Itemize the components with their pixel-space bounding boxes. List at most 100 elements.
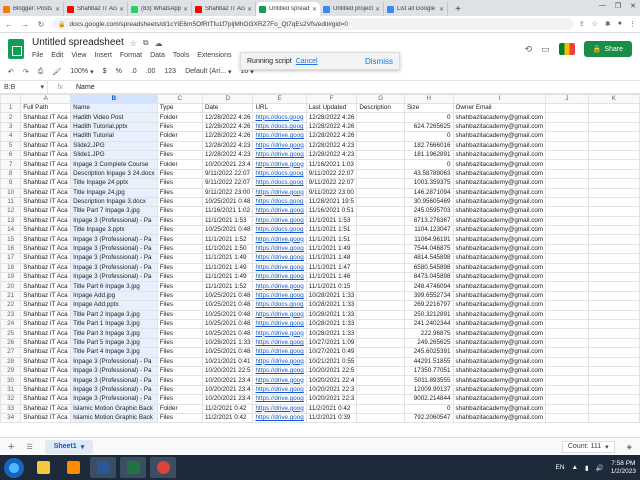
cell[interactable]: [587, 300, 640, 311]
cell[interactable]: 17350.77051: [403, 365, 454, 377]
cell[interactable]: Files: [156, 196, 203, 208]
cell[interactable]: https://drive.goog: [252, 281, 307, 292]
cell[interactable]: 12/28/2022 4:23: [201, 149, 254, 161]
cell[interactable]: 10/25/2021 0:48: [201, 347, 254, 358]
cell[interactable]: 12/28/2022 4:23: [305, 140, 358, 151]
close-tab-icon[interactable]: ✕: [55, 6, 60, 13]
cell[interactable]: 399.6552734: [403, 290, 454, 302]
cell[interactable]: 249.265625: [403, 337, 454, 349]
cell[interactable]: https://docs.goog: [252, 225, 307, 236]
cell[interactable]: [587, 168, 640, 180]
cell[interactable]: Files: [156, 290, 203, 302]
column-header-d[interactable]: D: [201, 94, 254, 104]
cell[interactable]: 245.0595703: [403, 206, 454, 217]
cell[interactable]: [587, 234, 640, 245]
cell[interactable]: Title Part 2 Inpage 3.jpg: [70, 309, 158, 321]
cell[interactable]: 6580.545898: [403, 262, 454, 274]
cell[interactable]: Shahbaz IT Aca: [20, 149, 72, 161]
cell[interactable]: https://drive.goog: [252, 384, 307, 396]
cell[interactable]: 10/27/2021 0:49: [305, 347, 358, 358]
cell[interactable]: 10/25/2021 0:48: [201, 290, 254, 302]
cell[interactable]: [545, 253, 589, 264]
cell[interactable]: [587, 187, 640, 198]
cell[interactable]: 11/1/2021 1:52: [201, 281, 254, 292]
row-header[interactable]: 31: [0, 384, 22, 396]
cell[interactable]: Type: [156, 102, 203, 114]
cell[interactable]: Files: [156, 281, 203, 292]
cancel-script-link[interactable]: Cancel: [296, 58, 318, 65]
cell[interactable]: 12009.90137: [403, 384, 454, 396]
cell[interactable]: https://docs.goog: [252, 300, 307, 311]
cell[interactable]: https://drive.goog: [252, 347, 307, 358]
explore-icon[interactable]: ◈: [627, 443, 632, 451]
column-header-i[interactable]: I: [452, 94, 547, 104]
browser-tab[interactable]: (83) WhatsApp ✕: [128, 2, 192, 16]
cell[interactable]: 10/27/2021 1:09: [305, 337, 358, 349]
spreadsheet-grid[interactable]: ABCDEFGHIJK 1 Full Path Name Type Date URL Las…: [0, 94, 640, 437]
cell[interactable]: Shahbaz IT Aca: [20, 178, 72, 189]
cell[interactable]: shahbazitacademy@gmail.com: [452, 394, 547, 405]
cell[interactable]: 9/11/2022 23:00: [305, 187, 358, 198]
row-header[interactable]: 7: [0, 159, 22, 170]
browser-menu-icon[interactable]: ⋮: [629, 20, 636, 28]
cell[interactable]: [545, 140, 589, 151]
cell[interactable]: [545, 168, 589, 180]
browser-tab[interactable]: List all Google Drive✕: [384, 2, 448, 16]
cell[interactable]: https://drive.goog: [252, 243, 307, 255]
font-select[interactable]: Default (Ari... ▾: [185, 68, 231, 76]
cell[interactable]: [587, 365, 640, 377]
cell[interactable]: shahbazitacademy@gmail.com: [452, 384, 547, 396]
menu-item-extensions[interactable]: Extensions: [197, 52, 231, 59]
row-header[interactable]: 6: [0, 149, 22, 161]
column-header-h[interactable]: H: [403, 94, 454, 104]
cell[interactable]: Description Inpage 3.docx: [70, 196, 158, 208]
cell[interactable]: shahbazitacademy@gmail.com: [452, 356, 547, 367]
cell[interactable]: 10/25/2021 0:48: [201, 318, 254, 330]
row-header[interactable]: 12: [0, 206, 22, 217]
cell[interactable]: [545, 131, 589, 142]
cell[interactable]: [356, 253, 405, 264]
row-header[interactable]: 5: [0, 140, 22, 151]
cell[interactable]: [545, 365, 589, 377]
menu-item-edit[interactable]: Edit: [51, 52, 63, 59]
cell[interactable]: [545, 121, 589, 133]
redo-icon[interactable]: ↷: [23, 68, 29, 76]
number-format-button[interactable]: 123: [164, 68, 176, 75]
share-button[interactable]: 🔒 Share: [583, 41, 632, 57]
paint-format-icon[interactable]: 🖌: [52, 68, 61, 76]
cell[interactable]: https://drive.goog: [252, 215, 307, 227]
cell[interactable]: shahbazitacademy@gmail.com: [452, 112, 547, 123]
cell[interactable]: 11/2/2021 0:39: [305, 412, 358, 424]
cell[interactable]: https://drive.goog: [252, 403, 307, 414]
cell[interactable]: shahbazitacademy@gmail.com: [452, 178, 547, 189]
cell[interactable]: 10/21/2021 0:55: [305, 356, 358, 367]
cell[interactable]: Inpage Add.pptx: [70, 300, 158, 311]
cell[interactable]: [545, 215, 589, 227]
row-header[interactable]: 8: [0, 168, 22, 180]
row-header[interactable]: 15: [0, 234, 22, 245]
row-header[interactable]: 2: [0, 112, 22, 123]
cell[interactable]: shahbazitacademy@gmail.com: [452, 412, 547, 424]
row-header[interactable]: 22: [0, 300, 22, 311]
cell[interactable]: Shahbaz IT Aca: [20, 328, 72, 339]
profile-icon[interactable]: ●: [618, 20, 622, 28]
cell[interactable]: 9002.214844: [403, 394, 454, 405]
cell[interactable]: 0: [403, 112, 454, 123]
cell[interactable]: 250.3212891: [403, 309, 454, 321]
cell[interactable]: shahbazitacademy@gmail.com: [452, 196, 547, 208]
cell[interactable]: [545, 159, 589, 170]
cell[interactable]: Inpage 3 (Professional) - Pa: [70, 375, 158, 386]
row-header[interactable]: 9: [0, 178, 22, 189]
document-title[interactable]: Untitled spreadsheet: [32, 37, 124, 49]
increase-decimal-button[interactable]: .00: [146, 68, 156, 75]
cell[interactable]: 11/1/2021 1:51: [305, 234, 358, 245]
cell[interactable]: Files: [156, 215, 203, 227]
cell[interactable]: [356, 234, 405, 245]
cell[interactable]: [545, 347, 589, 358]
cell[interactable]: [356, 356, 405, 367]
cell[interactable]: https://drive.goog: [252, 365, 307, 377]
cell[interactable]: Files: [156, 225, 203, 236]
cell[interactable]: [356, 337, 405, 349]
cell[interactable]: Inpage 3 (Professional) - Pa: [70, 234, 158, 245]
menu-item-format[interactable]: Format: [120, 52, 142, 59]
